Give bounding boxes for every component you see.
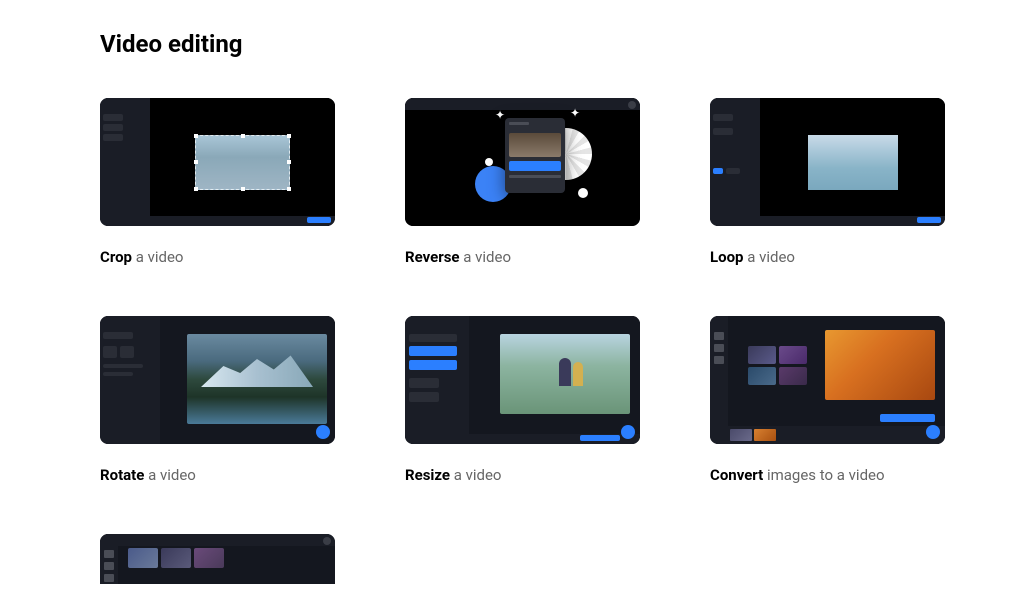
card-loop-thumbnail	[710, 98, 945, 226]
card-resize-label: Resize a video	[405, 466, 640, 484]
card-convert[interactable]: Convert images to a video	[710, 316, 945, 484]
card-crop-label: Crop a video	[100, 248, 335, 266]
card-loop[interactable]: Loop a video	[710, 98, 945, 266]
card-partial[interactable]	[100, 534, 335, 584]
card-convert-thumbnail	[710, 316, 945, 444]
card-rotate-thumbnail	[100, 316, 335, 444]
card-reverse-thumbnail: ✦ ✦	[405, 98, 640, 226]
card-crop-thumbnail	[100, 98, 335, 226]
card-resize-thumbnail	[405, 316, 640, 444]
section-title: Video editing	[100, 30, 919, 58]
card-rotate[interactable]: Rotate a video	[100, 316, 335, 484]
card-reverse-label: Reverse a video	[405, 248, 640, 266]
card-resize[interactable]: Resize a video	[405, 316, 640, 484]
card-partial-thumbnail	[100, 534, 335, 584]
card-crop[interactable]: Crop a video	[100, 98, 335, 266]
card-loop-label: Loop a video	[710, 248, 945, 266]
card-rotate-label: Rotate a video	[100, 466, 335, 484]
card-reverse[interactable]: ✦ ✦ Reverse a video	[405, 98, 640, 266]
card-convert-label: Convert images to a video	[710, 466, 945, 484]
features-grid: Crop a video ✦ ✦ R	[100, 98, 919, 584]
